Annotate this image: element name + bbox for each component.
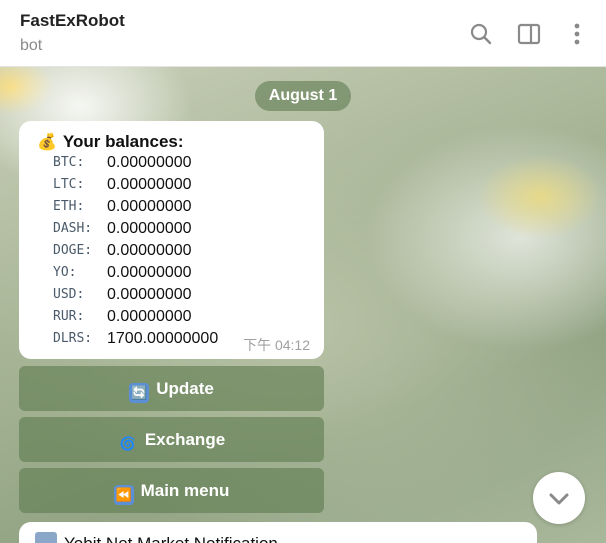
money-bag-icon: 💰 (37, 134, 57, 151)
currency-value: 0.00000000 (107, 264, 192, 281)
next-message-text: Yobit Net Market Notification (35, 532, 278, 543)
exchange-button[interactable]: 🌀 Exchange (19, 417, 324, 462)
refresh-icon: 🔄 (129, 383, 150, 403)
date-separator: August 1 (255, 81, 351, 111)
cyclone-icon: 🌀 (119, 436, 136, 451)
main-menu-button-label: Main menu (140, 481, 230, 500)
currency-label: DOGE: (53, 243, 93, 258)
currency-label: RUR: (53, 309, 85, 324)
balance-heading: 💰 Your balances: (37, 132, 184, 152)
currency-label: YO: (53, 265, 77, 280)
currency-value: 0.00000000 (107, 176, 192, 193)
next-message-label: Yobit Net Market Notification (64, 534, 278, 543)
chat-subtitle: bot (20, 37, 43, 54)
currency-value: 0.00000000 (107, 286, 192, 303)
main-menu-button[interactable]: ⏪ Main menu (19, 468, 324, 513)
rewind-icon: ⏪ (113, 485, 134, 505)
currency-label: LTC: (53, 177, 85, 192)
scroll-to-bottom-button[interactable] (533, 472, 585, 524)
exchange-button-label: Exchange (144, 430, 226, 449)
notification-icon (35, 532, 57, 543)
currency-label: BTC: (53, 155, 85, 170)
sidebar-toggle-icon[interactable] (517, 22, 541, 46)
chat-title[interactable]: FastExRobot (20, 11, 125, 31)
more-vertical-icon[interactable] (565, 22, 589, 46)
search-icon[interactable] (469, 22, 493, 46)
currency-value: 0.00000000 (107, 308, 192, 325)
chat-header: FastExRobot bot (0, 0, 606, 67)
update-button-label: Update (156, 379, 214, 398)
currency-label: DLRS: (53, 331, 93, 346)
currency-label: USD: (53, 287, 85, 302)
balance-message[interactable]: 💰 Your balances: BTC: 0.00000000 LTC: 0.0… (19, 121, 324, 359)
currency-value: 0.00000000 (107, 242, 192, 259)
currency-value: 0.00000000 (107, 154, 192, 171)
message-time: 下午 04:12 (243, 337, 310, 353)
currency-value: 0.00000000 (107, 198, 192, 215)
next-message[interactable]: Yobit Net Market Notification (19, 522, 537, 543)
currency-label: DASH: (53, 221, 93, 236)
update-button[interactable]: 🔄 Update (19, 366, 324, 411)
currency-label: ETH: (53, 199, 85, 214)
balance-heading-text: Your balances: (62, 132, 184, 151)
chevron-down-icon (549, 493, 569, 505)
currency-value: 0.00000000 (107, 220, 192, 237)
chat-area[interactable]: August 1 💰 Your balances: BTC: 0.00000000… (0, 67, 606, 543)
currency-value: 1700.00000000 (107, 330, 219, 347)
